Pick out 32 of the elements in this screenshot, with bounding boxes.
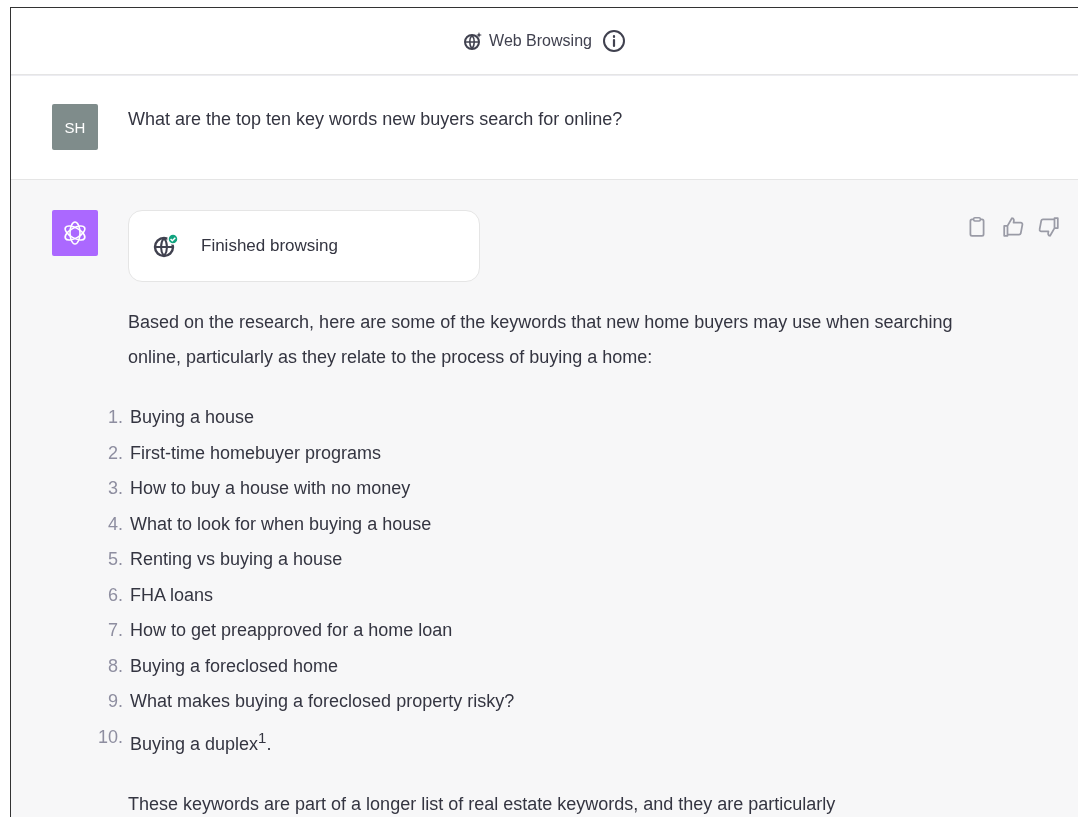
list-item-text: How to get preapproved for a home loan [130, 619, 453, 642]
thumbs-down-icon[interactable] [1038, 216, 1060, 238]
list-item-text: Buying a foreclosed home [130, 654, 339, 678]
list-number: 8. [107, 654, 123, 678]
browsing-status-card[interactable]: Finished browsing [128, 210, 480, 282]
list-item-text: Buying a house [130, 406, 255, 429]
thumbs-up-icon[interactable] [1002, 216, 1024, 238]
info-icon[interactable] [601, 29, 626, 53]
list-item-text: Renting vs buying a house [130, 548, 343, 571]
list-number: 4. [107, 512, 123, 536]
list-number: 6. [107, 583, 123, 607]
closing-paragraph: These keywords are part of a longer list of real estate keywords, and they are particularly [128, 793, 837, 816]
intro-paragraph: Based on the research, here are some of the keywords that new home buyers may use when searching online, particularly as they relate to the process of buying a home: [128, 311, 954, 369]
globe-check-icon [153, 234, 179, 258]
list-number: 3. [107, 477, 123, 500]
list-item-text: What makes buying a foreclosed property risky? [130, 690, 515, 713]
list-item-text: First-time homebuyer programs [130, 441, 382, 465]
header-title: Web Browsing [489, 32, 592, 50]
user-message: What are the top ten key words new buyers search for online? [128, 108, 623, 131]
globe-icon [463, 31, 484, 51]
list-number: 2. [107, 441, 123, 465]
list-number: 1. [107, 406, 123, 429]
list-number: 5. [107, 548, 123, 571]
list-number: 9. [107, 690, 123, 713]
list-item-text: Buying a duplex$^{1}$. [130, 727, 272, 756]
list-item-text: How to buy a house with no money [130, 477, 411, 500]
list-item-text: What to look for when buying a house [130, 512, 432, 536]
user-avatar: SH [52, 104, 98, 150]
list-item-text: FHA loans [130, 583, 214, 607]
list-number: 7. [107, 619, 123, 642]
list-number: 10. [96, 725, 123, 749]
assistant-avatar [52, 210, 98, 256]
